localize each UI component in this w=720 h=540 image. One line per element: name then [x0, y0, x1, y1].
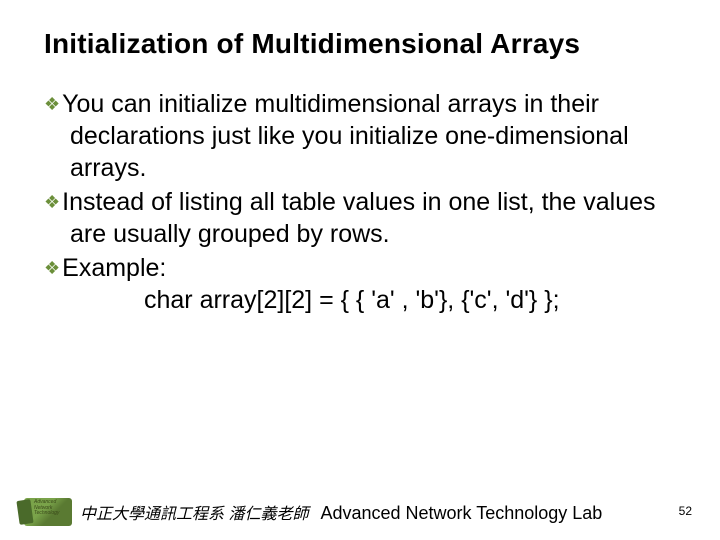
footer-chinese: 中正大學通訊工程系 潘仁義老師: [80, 500, 308, 524]
footer-english: Advanced Network Technology Lab: [320, 503, 602, 524]
bullet-item: ❖You can initialize multidimensional arr…: [44, 88, 676, 184]
footer-text-group: 中正大學通訊工程系 潘仁義老師 Advanced Network Technol…: [80, 500, 602, 524]
bullet-item: ❖Instead of listing all table values in …: [44, 186, 676, 250]
bullet-text: Example:: [62, 254, 166, 282]
bullet-item: ❖Example:: [44, 252, 676, 284]
diamond-bullet-icon: ❖: [44, 258, 60, 278]
code-example: char array[2][2] = { { 'a' , 'b'}, {'c',…: [44, 286, 676, 315]
logo-caption: Advanced Network Technology: [34, 500, 72, 517]
slide-title: Initialization of Multidimensional Array…: [44, 28, 676, 60]
bullet-text: You can initialize multidimensional arra…: [62, 90, 629, 182]
diamond-bullet-icon: ❖: [44, 192, 60, 212]
bullet-text: Instead of listing all table values in o…: [62, 188, 655, 248]
bullet-list: ❖You can initialize multidimensional arr…: [44, 88, 676, 284]
slide: Initialization of Multidimensional Array…: [0, 0, 720, 540]
lab-logo-icon: Advanced Network Technology: [24, 498, 72, 526]
footer: Advanced Network Technology 中正大學通訊工程系 潘仁…: [24, 498, 696, 526]
diamond-bullet-icon: ❖: [44, 94, 60, 114]
page-number: 52: [679, 504, 692, 518]
